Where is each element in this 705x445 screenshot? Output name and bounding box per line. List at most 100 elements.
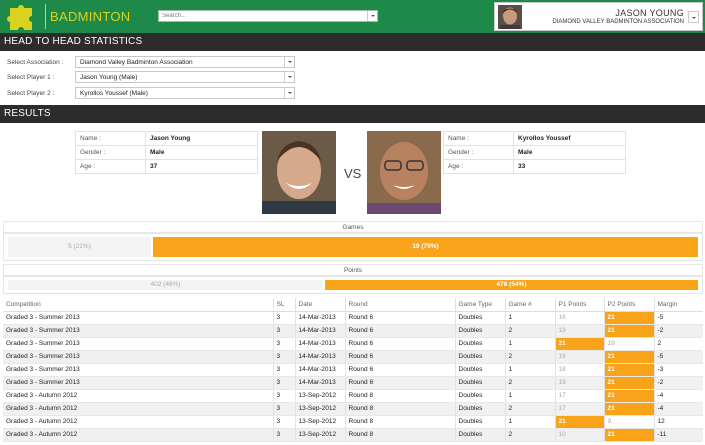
table-cell: 3 [272,350,295,364]
table-cell: 13-Sep-2012 [294,415,345,429]
chevron-down-icon [692,17,696,19]
table-row[interactable]: Graded 3 - Autumn 2012 3 13-Sep-2012 Round … [3,402,703,416]
user-name: JASON YOUNG [615,8,684,18]
column-header[interactable]: P2 Points [603,298,654,312]
player1-value: Jason Young (Male) [80,74,138,81]
search-box[interactable] [158,10,378,22]
table-cell: 19 [554,324,604,338]
table-cell: 2 [504,376,555,390]
table-cell: 19 [603,337,654,351]
h2h-section-title: HEAD TO HEAD STATISTICS [0,33,705,51]
table-cell: Round 6 [344,324,455,338]
player2-gender: Male [513,145,626,160]
user-dropdown-button[interactable] [688,11,699,23]
table-cell: Doubles [454,350,505,364]
table-cell: 3 [272,324,295,338]
table-cell: 21 [603,428,654,442]
games-bar: 5 (21%) 19 (79%) [3,233,703,261]
player2-dropdown-button[interactable] [284,88,294,98]
table-cell: 3 [272,402,295,416]
column-header[interactable]: SL [272,298,295,312]
points-bar: 402 (46%) 478 (54%) [3,276,703,294]
table-cell: Doubles [454,337,505,351]
games-title: Games [3,221,703,233]
table-row[interactable]: Graded 3 - Summer 2013 3 14-Mar-2013 Round … [3,337,703,351]
table-cell: Round 6 [344,363,455,377]
player1-age: 37 [145,159,258,174]
points-p2-bar: 478 (54%) [325,280,698,290]
column-header[interactable]: Game Type [454,298,505,312]
player2-info: Name : Kyrollos Youssef Gender : Male Age … [443,131,626,174]
table-cell: 21 [603,350,654,364]
search-dropdown-button[interactable] [367,11,377,21]
table-cell: 1 [504,311,555,325]
table-row[interactable]: Graded 3 - Summer 2013 3 14-Mar-2013 Round … [3,376,703,390]
user-menu[interactable]: JASON YOUNG DIAMOND VALLEY BADMINTON ASS… [494,2,703,31]
chevron-down-icon [288,92,292,94]
player2-select[interactable]: Kyrollos Youssef (Male) [75,87,295,99]
brand-title[interactable]: BADMINTON [50,9,130,24]
table-cell: 3 [272,389,295,403]
player1-select[interactable]: Jason Young (Male) [75,71,295,83]
table-cell: 1 [504,389,555,403]
table-row[interactable]: Graded 3 - Summer 2013 3 14-Mar-2013 Round … [3,363,703,377]
table-cell: 21 [554,415,604,429]
table-cell: -2 [653,324,703,338]
search-input[interactable] [159,11,367,21]
table-cell: -11 [653,428,703,442]
column-header[interactable]: Game # [504,298,555,312]
column-header[interactable]: Round [344,298,455,312]
association-label: Select Association : [7,59,64,66]
table-cell: Round 6 [344,376,455,390]
table-cell: 2 [504,428,555,442]
results-header-row: Competition SL Date Round Game Type Game # P1 … [3,298,703,312]
player1-photo [262,131,336,214]
player1-info: Name : Jason Young Gender : Male Age :37 [75,131,258,174]
table-row[interactable]: Graded 3 - Autumn 2012 3 13-Sep-2012 Round … [3,389,703,403]
table-cell: 3 [272,428,295,442]
column-header[interactable]: P1 Points [554,298,604,312]
table-cell: Doubles [454,363,505,377]
table-cell: 21 [603,389,654,403]
player1-age-label: Age : [75,159,146,174]
table-cell: Doubles [454,415,505,429]
column-header[interactable]: Competition [3,298,273,312]
table-cell: 9 [603,415,654,429]
table-cell: 14-Mar-2013 [294,350,345,364]
column-header[interactable]: Margin [653,298,703,312]
player1-dropdown-button[interactable] [284,72,294,82]
table-cell: Graded 3 - Autumn 2012 [3,402,273,416]
table-cell: Doubles [454,389,505,403]
table-row[interactable]: Graded 3 - Autumn 2012 3 13-Sep-2012 Round … [3,415,703,429]
association-dropdown-button[interactable] [284,57,294,67]
table-cell: 16 [554,311,604,325]
player2-age-label: Age : [443,159,514,174]
table-cell: Round 8 [344,389,455,403]
association-value: Diamond Valley Badminton Association [80,59,193,66]
table-cell: 18 [554,363,604,377]
table-cell: Doubles [454,324,505,338]
table-row[interactable]: Graded 3 - Autumn 2012 3 13-Sep-2012 Round … [3,428,703,442]
player1-gender-label: Gender : [75,145,146,160]
table-cell: 1 [504,337,555,351]
table-cell: Round 6 [344,337,455,351]
table-cell: 1 [504,363,555,377]
table-cell: Round 6 [344,350,455,364]
table-cell: Graded 3 - Summer 2013 [3,324,273,338]
table-cell: 2 [504,350,555,364]
column-header[interactable]: Date [294,298,345,312]
player2-photo [367,131,441,214]
logo-divider [45,4,46,29]
table-cell: 19 [554,376,604,390]
puzzle-logo-icon[interactable] [2,2,42,31]
table-cell: 13-Sep-2012 [294,402,345,416]
chevron-down-icon [288,76,292,78]
table-cell: 21 [603,363,654,377]
table-row[interactable]: Graded 3 - Summer 2013 3 14-Mar-2013 Round … [3,324,703,338]
table-row[interactable]: Graded 3 - Summer 2013 3 14-Mar-2013 Round … [3,350,703,364]
user-association: DIAMOND VALLEY BADMINTON ASSOCIATION [552,19,684,25]
association-select[interactable]: Diamond Valley Badminton Association [75,56,295,68]
table-cell: Graded 3 - Summer 2013 [3,376,273,390]
table-cell: Doubles [454,376,505,390]
table-row[interactable]: Graded 3 - Summer 2013 3 14-Mar-2013 Round … [3,311,703,325]
